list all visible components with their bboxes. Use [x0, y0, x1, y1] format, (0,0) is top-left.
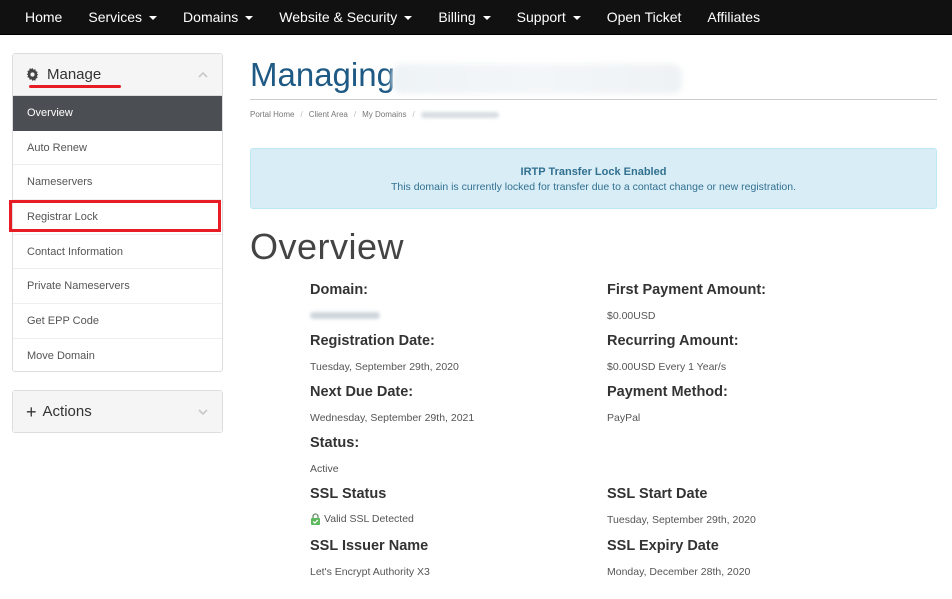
- ssl-status-value: Valid SSL Detected: [310, 513, 414, 526]
- registration-date-label: Registration Date:: [310, 333, 435, 349]
- lock-icon: [311, 513, 320, 526]
- ssl-issuer-label: SSL Issuer Name: [310, 538, 429, 554]
- actions-panel: + Actions: [12, 390, 223, 433]
- chevron-up-icon[interactable]: [198, 70, 208, 80]
- gear-icon: [26, 68, 39, 81]
- nav-home[interactable]: Home: [12, 0, 75, 35]
- first-payment-label: First Payment Amount:: [607, 282, 766, 298]
- nav-affiliates[interactable]: Affiliates: [694, 0, 773, 35]
- breadcrumb-my-domains[interactable]: My Domains: [362, 110, 406, 119]
- status-label: Status:: [310, 435, 360, 451]
- overview-heading: Overview: [250, 226, 405, 267]
- ssl-status-label: SSL Status: [310, 486, 387, 502]
- manage-title: Manage: [47, 66, 102, 83]
- breadcrumb-redacted-domain: [420, 111, 499, 118]
- recurring-amount-value: $0.00USD Every 1 Year/s: [607, 361, 727, 373]
- sidebar-item-auto-renew[interactable]: Auto Renew: [13, 131, 222, 166]
- recurring-amount-label: Recurring Amount:: [607, 333, 739, 349]
- ssl-expiry-date-value: Monday, December 28th, 2020: [607, 566, 751, 578]
- manage-panel: Manage Overview Auto Renew Nameservers R…: [12, 53, 223, 372]
- title-divider: [250, 99, 937, 100]
- chevron-down-icon[interactable]: [198, 407, 208, 417]
- domain-label: Domain:: [310, 282, 368, 298]
- transfer-lock-alert: IRTP Transfer Lock Enabled This domain i…: [250, 148, 937, 209]
- caret-down-icon: [245, 15, 254, 20]
- sidebar-item-get-epp-code[interactable]: Get EPP Code: [13, 304, 222, 339]
- sidebar-item-move-domain[interactable]: Move Domain: [13, 339, 222, 374]
- page-title: Managing: [250, 56, 395, 93]
- breadcrumb-separator: /: [412, 110, 415, 119]
- ssl-expiry-date-label: SSL Expiry Date: [607, 538, 719, 554]
- sidebar-item-nameservers[interactable]: Nameservers: [13, 165, 222, 201]
- ssl-issuer-value: Let's Encrypt Authority X3: [310, 566, 430, 578]
- manage-panel-heading[interactable]: Manage: [13, 54, 222, 96]
- breadcrumb-separator: /: [353, 110, 357, 119]
- alert-title: IRTP Transfer Lock Enabled: [520, 166, 667, 178]
- caret-down-icon: [149, 15, 158, 20]
- next-due-date-label: Next Due Date:: [310, 384, 414, 400]
- nav-support[interactable]: Support: [504, 0, 594, 35]
- top-navbar: Home Services Domains Website & Security…: [0, 0, 952, 35]
- nav-open-ticket[interactable]: Open Ticket: [594, 0, 695, 35]
- sidebar-item-overview[interactable]: Overview: [13, 96, 222, 131]
- registration-date-value: Tuesday, September 29th, 2020: [310, 361, 459, 373]
- sidebar-item-contact-information[interactable]: Contact Information: [13, 235, 222, 270]
- alert-text: This domain is currently locked for tran…: [390, 181, 797, 193]
- manage-highlight-underline: [29, 85, 121, 88]
- first-payment-value: $0.00USD: [607, 310, 656, 322]
- caret-down-icon: [404, 15, 413, 20]
- breadcrumb-separator: /: [300, 110, 303, 119]
- redacted-domain-title: [392, 64, 682, 94]
- actions-title: Actions: [42, 403, 92, 420]
- nav-website-security[interactable]: Website & Security: [266, 0, 425, 35]
- breadcrumb-client-area[interactable]: Client Area: [309, 110, 348, 119]
- breadcrumb: Portal Home / Client Area / My Domains /: [250, 110, 499, 119]
- sidebar-item-registrar-lock[interactable]: Registrar Lock: [13, 200, 222, 235]
- caret-down-icon: [572, 15, 581, 20]
- payment-method-value: PayPal: [607, 412, 641, 424]
- status-value: Active: [310, 463, 339, 475]
- breadcrumb-portal-home[interactable]: Portal Home: [250, 110, 294, 119]
- domain-value-redacted: [310, 312, 380, 319]
- caret-down-icon: [482, 15, 491, 20]
- ssl-start-date-value: Tuesday, September 29th, 2020: [607, 514, 756, 526]
- sidebar-item-private-nameservers[interactable]: Private Nameservers: [13, 269, 222, 305]
- nav-billing[interactable]: Billing: [425, 0, 503, 35]
- ssl-start-date-label: SSL Start Date: [607, 486, 708, 502]
- next-due-date-value: Wednesday, September 29th, 2021: [310, 412, 475, 424]
- nav-domains[interactable]: Domains: [170, 0, 266, 35]
- nav-services[interactable]: Services: [75, 0, 170, 35]
- actions-panel-heading[interactable]: + Actions: [13, 391, 222, 432]
- payment-method-label: Payment Method:: [607, 384, 728, 400]
- plus-icon: +: [26, 401, 37, 422]
